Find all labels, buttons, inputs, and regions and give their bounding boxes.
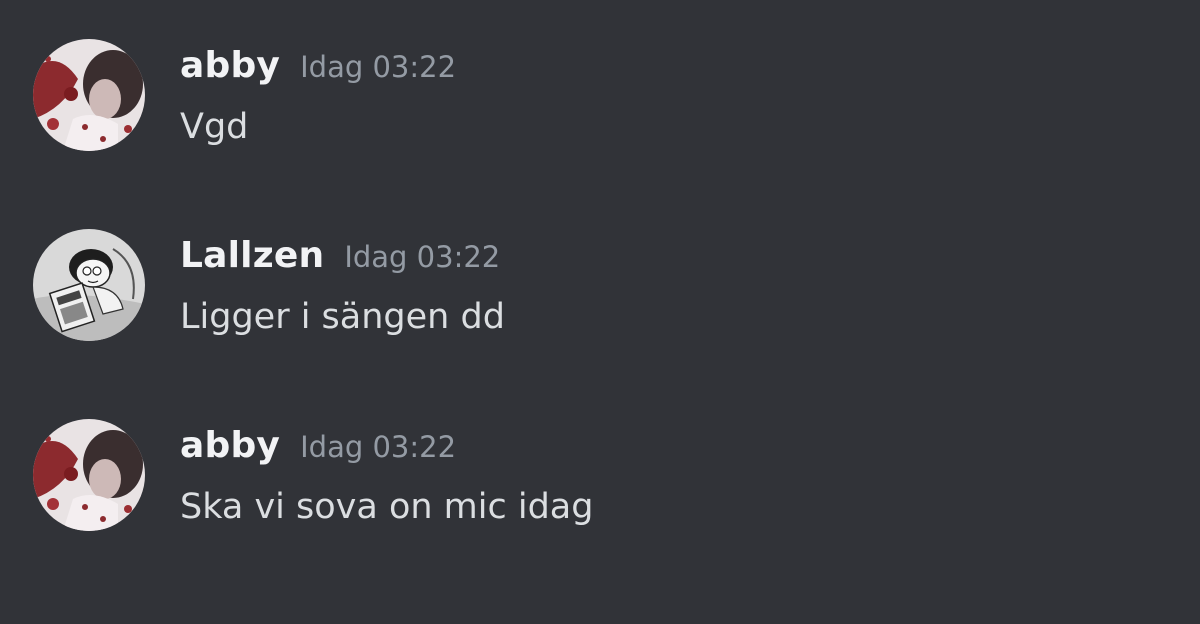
avatar-abby-image bbox=[33, 39, 145, 151]
username[interactable]: abby bbox=[180, 45, 280, 86]
message-header: Lallzen Idag 03:22 bbox=[180, 235, 500, 279]
username[interactable]: abby bbox=[180, 425, 280, 466]
message-content: Vgd bbox=[180, 107, 249, 147]
message-list: abby Idag 03:22 Vgd Lallzen Idag 03:22 L… bbox=[0, 0, 1200, 624]
message-item: abby Idag 03:22 Vgd bbox=[0, 35, 1200, 165]
message-item: Lallzen Idag 03:22 Ligger i sängen dd bbox=[0, 225, 1200, 355]
timestamp: Idag 03:22 bbox=[300, 50, 457, 84]
timestamp: Idag 03:22 bbox=[344, 240, 501, 274]
timestamp: Idag 03:22 bbox=[300, 430, 457, 464]
message-header: abby Idag 03:22 bbox=[180, 45, 456, 89]
username[interactable]: Lallzen bbox=[180, 235, 324, 276]
message-content: Ligger i sängen dd bbox=[180, 297, 505, 337]
avatar-lallzen-image bbox=[33, 229, 145, 341]
user-avatar[interactable] bbox=[33, 419, 145, 531]
user-avatar[interactable] bbox=[33, 229, 145, 341]
user-avatar[interactable] bbox=[33, 39, 145, 151]
message-content: Ska vi sova on mic idag bbox=[180, 487, 594, 527]
message-header: abby Idag 03:22 bbox=[180, 425, 456, 469]
message-item: abby Idag 03:22 Ska vi sova on mic idag bbox=[0, 415, 1200, 545]
avatar-abby-image bbox=[33, 419, 145, 531]
